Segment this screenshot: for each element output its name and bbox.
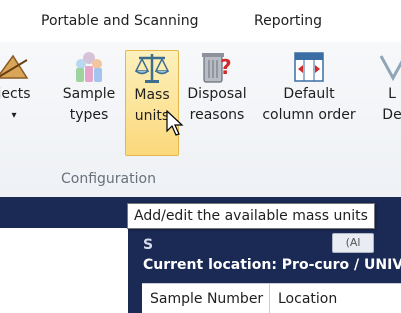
configuration-group-label: Configuration: [61, 171, 156, 187]
partial-icon: [379, 55, 401, 82]
mass-units-button[interactable]: Mass units: [125, 50, 179, 156]
default-column-order-button[interactable]: Default column order: [254, 50, 364, 126]
column-header-sample-number[interactable]: Sample Number: [150, 291, 263, 307]
scales-icon: [135, 54, 169, 83]
tab-portable-and-scanning[interactable]: Portable and Scanning: [41, 13, 199, 29]
objects-label: jects: [0, 86, 31, 102]
objects-icon: [0, 54, 29, 79]
objects-button[interactable]: jects ▾: [0, 50, 42, 126]
app-window: Portable and Scanning Reporting jects ▾ …: [0, 0, 401, 313]
current-location-label: Current location: Pro-curo / UNIV: [143, 257, 401, 273]
disposal-bin-icon: ?: [202, 53, 232, 83]
sample-types-label-1: Sample: [62, 86, 116, 102]
objects-dropdown-arrow: ▾: [11, 110, 17, 121]
column-order-icon: [294, 52, 324, 82]
cut-off-ribbon-button[interactable]: L De: [372, 50, 401, 126]
mouse-pointer-icon: [166, 110, 184, 136]
cut-off-label-2: De: [382, 107, 401, 123]
cut-off-label-1: L: [388, 86, 396, 102]
table-header-row: Sample Number Location: [142, 283, 401, 313]
ribbon-panel: jects ▾ Sample types Mass units ? Dispos…: [0, 42, 401, 197]
sample-types-icon: [76, 52, 102, 82]
column-header-location[interactable]: Location: [278, 291, 337, 307]
mass-units-label-1: Mass: [134, 87, 170, 103]
left-panel: [0, 228, 128, 313]
mass-units-tooltip: Add/edit the available mass units: [127, 203, 375, 229]
disposal-reasons-button[interactable]: ? Disposal reasons: [184, 50, 250, 126]
svg-text:?: ?: [220, 55, 232, 79]
default-column-order-label-2: column order: [262, 107, 356, 123]
panel-title-obscured: S: [143, 237, 154, 253]
filter-dropdown[interactable]: (Al: [332, 233, 374, 253]
sample-types-button[interactable]: Sample types: [62, 50, 116, 126]
disposal-reasons-label-1: Disposal: [187, 86, 247, 102]
sample-types-label-2: types: [69, 107, 109, 123]
tab-reporting[interactable]: Reporting: [254, 13, 322, 29]
default-column-order-label-1: Default: [283, 86, 335, 102]
column-divider[interactable]: [269, 284, 270, 313]
ribbon-tab-bar: Portable and Scanning Reporting: [0, 0, 401, 43]
disposal-reasons-label-2: reasons: [189, 107, 245, 123]
